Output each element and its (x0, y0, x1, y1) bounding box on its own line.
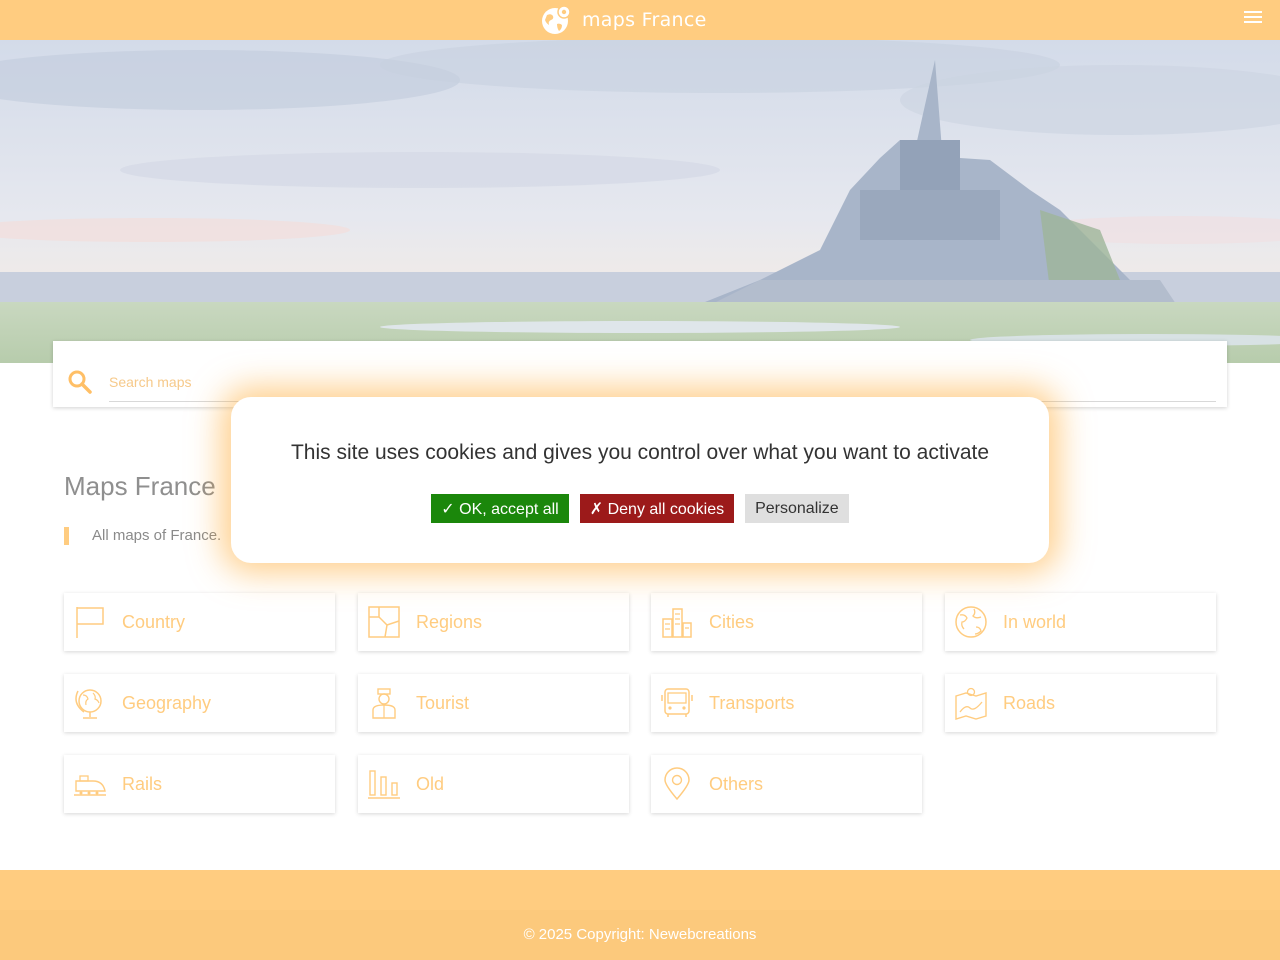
category-cities[interactable]: Cities (651, 593, 922, 651)
category-label: Cities (709, 611, 755, 632)
copyright-text: © 2025 Copyright: Newebcreations (524, 926, 757, 943)
category-country[interactable]: Country (64, 593, 335, 651)
category-in-world[interactable]: In world (945, 593, 1216, 651)
intro-text: All maps of France. (64, 527, 221, 545)
globe-pin-icon (542, 5, 571, 34)
category-label: Regions (416, 611, 483, 632)
page-title: Maps France (64, 471, 216, 501)
category-label: Roads (1003, 692, 1056, 713)
category-label: Tourist (416, 692, 470, 713)
ancient-columns-icon (367, 767, 401, 801)
footer-bar (0, 870, 1280, 910)
cookie-actions: ✓ OK, accept all ✗ Deny all cookies Pers… (231, 494, 1049, 523)
brand-name: maps France (582, 9, 707, 31)
personalize-button[interactable]: Personalize (745, 494, 849, 523)
deny-all-cookies-button[interactable]: ✗ Deny all cookies (579, 494, 735, 523)
bus-icon (660, 686, 694, 720)
tourist-guide-icon (367, 686, 401, 720)
category-label: Rails (122, 773, 163, 794)
category-transports[interactable]: Transports (651, 674, 922, 732)
brand-logo-link[interactable]: maps France (540, 3, 707, 37)
search-icon[interactable] (67, 369, 93, 395)
category-label: Transports (709, 692, 795, 713)
city-buildings-icon (660, 605, 694, 639)
category-label: Country (122, 611, 186, 632)
category-label: In world (1003, 611, 1067, 632)
regions-map-icon (367, 605, 401, 639)
category-rails[interactable]: Rails (64, 755, 335, 813)
cookie-message: This site uses cookies and gives you con… (290, 441, 990, 464)
flag-icon (73, 605, 107, 639)
hamburger-menu-icon[interactable] (1244, 11, 1262, 25)
copyright-link[interactable]: Newebcreations (649, 926, 757, 943)
road-map-icon (954, 686, 988, 720)
train-icon (73, 767, 107, 801)
accept-all-button[interactable]: ✓ OK, accept all (431, 494, 569, 523)
world-globe-icon (954, 605, 988, 639)
category-tourist[interactable]: Tourist (358, 674, 629, 732)
top-navbar: maps France (0, 0, 1280, 40)
category-roads[interactable]: Roads (945, 674, 1216, 732)
cookie-consent-dialog: This site uses cookies and gives you con… (231, 397, 1049, 563)
category-label: Geography (122, 692, 212, 713)
category-old[interactable]: Old (358, 755, 629, 813)
hero-banner-image (0, 40, 1280, 363)
category-others[interactable]: Others (651, 755, 922, 813)
category-label: Others (709, 773, 764, 794)
category-geography[interactable]: Geography (64, 674, 335, 732)
footer: © 2025 Copyright: Newebcreations (0, 910, 1280, 960)
copyright-prefix: © 2025 Copyright: (523, 926, 649, 943)
category-regions[interactable]: Regions (358, 593, 629, 651)
category-label: Old (416, 773, 445, 794)
geography-globe-icon (73, 686, 107, 720)
location-pin-icon (660, 767, 694, 801)
